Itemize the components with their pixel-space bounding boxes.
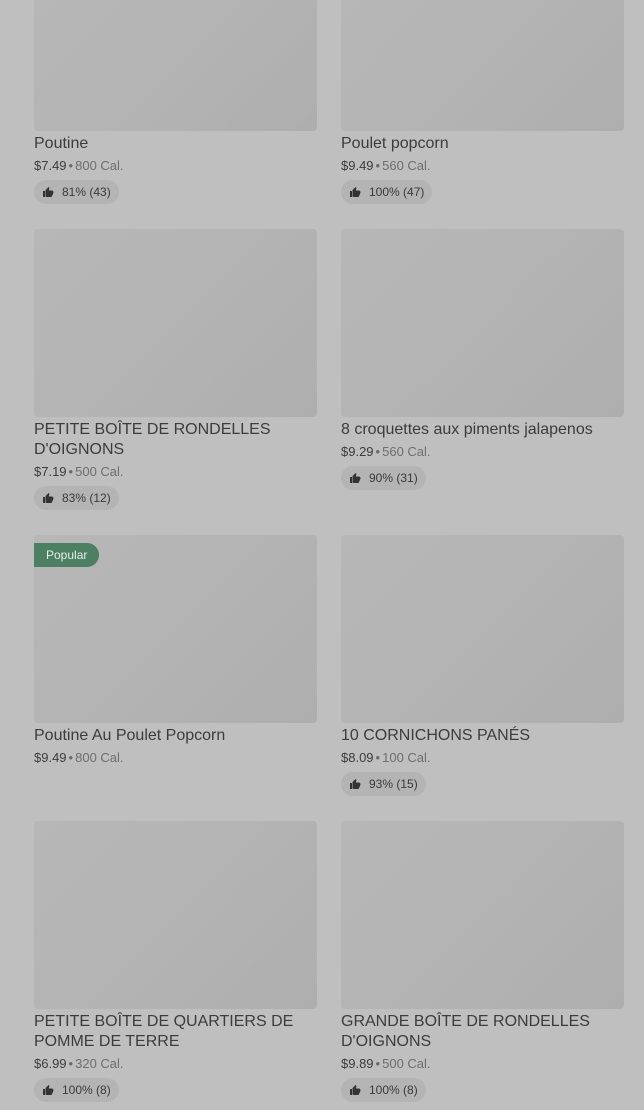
- item-image[interactable]: [34, 0, 317, 131]
- rating-pill: 100% (47): [341, 180, 433, 204]
- item-meta: $9.29 • 560 Cal.: [341, 443, 624, 461]
- separator: •: [68, 158, 74, 173]
- menu-item-card[interactable]: Popular Poutine Au Poulet Popcorn $9.49 •…: [34, 535, 317, 767]
- item-name: PETITE BOÎTE DE QUARTIERS DE POMME DE TE…: [34, 1013, 294, 1050]
- item-name: 10 CORNICHONS PANÉS: [341, 727, 531, 744]
- thumbs-up-icon: [350, 473, 361, 483]
- separator: •: [375, 750, 381, 765]
- separator: •: [68, 750, 74, 765]
- item-meta: $6.99 • 320 Cal.: [34, 1055, 317, 1073]
- item-meta: $8.09 • 100 Cal.: [341, 749, 624, 767]
- menu-item-card[interactable]: Poutine $7.49 • 800 Cal. 81% (43): [34, 0, 317, 204]
- menu-item-card[interactable]: GRANDE BOÎTE DE RONDELLES D'OIGNONS $9.8…: [341, 821, 624, 1102]
- item-meta: $9.49 • 560 Cal.: [341, 157, 624, 175]
- item-price: $7.49: [34, 158, 67, 173]
- rating-pill: 90% (31): [341, 466, 426, 490]
- item-name: GRANDE BOÎTE DE RONDELLES D'OIGNONS: [341, 1013, 590, 1050]
- item-meta: $7.49 • 800 Cal.: [34, 157, 317, 175]
- separator: •: [375, 444, 381, 459]
- thumbs-up-icon: [350, 187, 361, 197]
- menu-item-card[interactable]: PETITE BOÎTE DE QUARTIERS DE POMME DE TE…: [34, 821, 317, 1102]
- thumbs-up-icon: [43, 493, 54, 503]
- item-image[interactable]: [34, 229, 317, 417]
- item-name: 8 croquettes aux piments jalapenos: [341, 421, 593, 438]
- menu-item-card[interactable]: Poulet popcorn $9.49 • 560 Cal. 100% (47): [341, 0, 624, 204]
- separator: •: [68, 464, 74, 479]
- thumbs-up-icon: [350, 779, 361, 789]
- popular-badge: Popular: [34, 543, 100, 567]
- item-calories: 320 Cal.: [75, 1056, 124, 1071]
- item-calories: 800 Cal.: [75, 158, 124, 173]
- rating-text: 100% (8): [62, 1083, 111, 1097]
- item-image[interactable]: [341, 535, 624, 723]
- rating-pill: 100% (8): [341, 1078, 426, 1102]
- item-name: Poutine: [34, 135, 89, 152]
- item-price: $9.49: [34, 750, 67, 765]
- menu-item-card[interactable]: 8 croquettes aux piments jalapenos $9.29…: [341, 229, 624, 490]
- item-meta: $9.89 • 500 Cal.: [341, 1055, 624, 1073]
- item-price: $6.99: [34, 1056, 67, 1071]
- item-price: $9.29: [341, 444, 374, 459]
- separator: •: [68, 1056, 74, 1071]
- rating-text: 100% (47): [369, 185, 425, 199]
- thumbs-up-icon: [43, 1085, 54, 1095]
- item-price: $7.19: [34, 464, 67, 479]
- item-calories: 100 Cal.: [382, 750, 431, 765]
- rating-pill: 83% (12): [34, 486, 119, 510]
- item-calories: 500 Cal.: [75, 464, 124, 479]
- rating-text: 90% (31): [369, 471, 418, 485]
- item-price: $9.49: [341, 158, 374, 173]
- item-image[interactable]: [341, 229, 624, 417]
- rating-text: 83% (12): [62, 491, 111, 505]
- item-meta: $9.49 • 800 Cal.: [34, 749, 317, 767]
- rating-text: 100% (8): [369, 1083, 418, 1097]
- rating-pill: 81% (43): [34, 180, 119, 204]
- item-calories: 560 Cal.: [382, 444, 431, 459]
- item-name: Poulet popcorn: [341, 135, 449, 152]
- item-image[interactable]: [341, 821, 624, 1009]
- thumbs-up-icon: [350, 1085, 361, 1095]
- rating-pill: 100% (8): [34, 1078, 119, 1102]
- separator: •: [375, 158, 381, 173]
- thumbs-up-icon: [43, 187, 54, 197]
- item-image[interactable]: [34, 821, 317, 1009]
- item-name: Poutine Au Poulet Popcorn: [34, 727, 226, 744]
- item-name: PETITE BOÎTE DE RONDELLES D'OIGNONS: [34, 421, 271, 458]
- item-meta: $7.19 • 500 Cal.: [34, 463, 317, 481]
- rating-text: 93% (15): [369, 777, 418, 791]
- item-price: $9.89: [341, 1056, 374, 1071]
- item-image[interactable]: Popular: [34, 535, 317, 723]
- item-price: $8.09: [341, 750, 374, 765]
- menu-item-grid: Poutine $7.49 • 800 Cal. 81% (43) Poulet p…: [0, 0, 644, 1110]
- separator: •: [375, 1056, 381, 1071]
- rating-pill: 93% (15): [341, 772, 426, 796]
- item-calories: 800 Cal.: [75, 750, 124, 765]
- menu-item-card[interactable]: PETITE BOÎTE DE RONDELLES D'OIGNONS $7.1…: [34, 229, 317, 510]
- item-calories: 560 Cal.: [382, 158, 431, 173]
- item-image[interactable]: [341, 0, 624, 131]
- rating-text: 81% (43): [62, 185, 111, 199]
- menu-item-card[interactable]: 10 CORNICHONS PANÉS $8.09 • 100 Cal. 93% (…: [341, 535, 624, 796]
- item-calories: 500 Cal.: [382, 1056, 431, 1071]
